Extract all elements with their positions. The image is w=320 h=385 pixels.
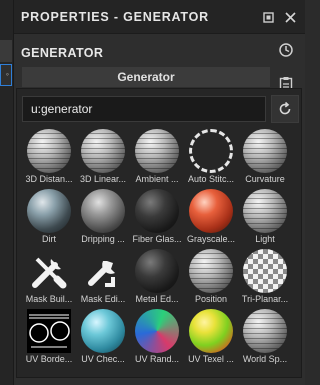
generator-tile[interactable]: Curvature (238, 129, 292, 191)
mask-editor-wrench-icon (81, 249, 125, 293)
properties-panel: PROPERTIES - GENERATOR GENERATOR Generat… (14, 0, 305, 385)
generator-thumbnail (135, 129, 179, 173)
generator-tile[interactable]: Position (184, 249, 238, 311)
generator-thumbnail (27, 189, 71, 233)
generator-tile[interactable]: UV Rand... (130, 309, 184, 371)
generator-tile-label: 3D Linear... (79, 174, 127, 184)
generator-thumbnail (243, 309, 287, 353)
generator-tile[interactable]: Mask Edi... (76, 249, 130, 311)
generator-tile-label: Ambient ... (135, 174, 179, 184)
generator-tile[interactable]: Light (238, 189, 292, 251)
generator-tile[interactable]: Fiber Glas... (130, 189, 184, 251)
generator-thumbnail (189, 189, 233, 233)
generator-tile[interactable]: Dripping ... (76, 189, 130, 251)
mask-builder-tools-icon (27, 249, 71, 293)
search-box[interactable] (22, 96, 266, 122)
generator-tile[interactable]: 3D Linear... (76, 129, 130, 191)
generator-tile-label: Mask Buil... (25, 294, 73, 304)
generator-thumbnail (243, 129, 287, 173)
panel-titlebar: PROPERTIES - GENERATOR (14, 0, 305, 34)
maximize-icon[interactable] (260, 9, 276, 25)
generator-tile[interactable]: World Sp... (238, 309, 292, 371)
generator-thumbnail (81, 309, 125, 353)
dock-block (0, 40, 12, 62)
generator-thumbnail (189, 129, 233, 173)
close-icon[interactable] (282, 9, 298, 25)
generator-tile[interactable]: UV Texel ... (184, 309, 238, 371)
generator-tile-label: Position (194, 294, 228, 304)
generator-thumbnail (243, 249, 287, 293)
generator-tile-label: Light (255, 234, 275, 244)
generator-tile[interactable]: Mask Buil... (22, 249, 76, 311)
history-icon[interactable] (276, 40, 296, 60)
generator-selector-button[interactable]: Generator (22, 67, 270, 87)
generator-thumbnail (135, 249, 179, 293)
left-dock-strip: ◦ (0, 0, 14, 385)
generator-tile-label: UV Texel ... (188, 354, 234, 364)
generator-thumbnail (243, 189, 287, 233)
generator-tile-label: UV Chec... (81, 354, 125, 364)
section-heading: GENERATOR (21, 46, 104, 60)
reset-icon (279, 101, 291, 115)
generator-tile-label: UV Borde... (25, 354, 73, 364)
generator-tile-label: Tri-Planar... (241, 294, 289, 304)
generator-thumbnail (189, 249, 233, 293)
generator-tile-label: Fiber Glas... (132, 234, 182, 244)
reset-button[interactable] (271, 95, 299, 123)
generator-tile-label: UV Rand... (134, 354, 180, 364)
generator-tile[interactable]: Ambient ... (130, 129, 184, 191)
generator-thumbnail (81, 189, 125, 233)
generator-tile-label: Auto Stitc... (187, 174, 235, 184)
generator-thumbnail (189, 309, 233, 353)
generator-tile-label: Dripping ... (81, 234, 125, 244)
generator-tile[interactable]: Tri-Planar... (238, 249, 292, 311)
generator-tile[interactable]: Metal Ed... (130, 249, 184, 311)
generator-thumbnail (135, 189, 179, 233)
generator-tile-label: Curvature (245, 174, 285, 184)
panel-title: PROPERTIES - GENERATOR (21, 9, 209, 24)
generator-picker-popup: 3D Distan... 3D Linear... Ambient ... Auto … (16, 88, 302, 378)
generator-thumbnail (135, 309, 179, 353)
generator-tile-label: Mask Edi... (80, 294, 126, 304)
search-input[interactable] (23, 97, 265, 121)
generator-tile[interactable]: 3D Distan... (22, 129, 76, 191)
generator-tile-label: 3D Distan... (25, 174, 73, 184)
generator-tile[interactable]: Dirt (22, 189, 76, 251)
generator-tile[interactable]: UV Chec... (76, 309, 130, 371)
generator-tile-label: Grayscale... (186, 234, 235, 244)
generator-tile[interactable]: UV Borde... (22, 309, 76, 371)
generator-thumbnail (27, 129, 71, 173)
generator-tile[interactable]: Auto Stitc... (184, 129, 238, 191)
dock-selected-field[interactable]: ◦ (0, 64, 12, 86)
generator-thumbnail (81, 129, 125, 173)
generator-tile-label: World Sp... (242, 354, 288, 364)
generator-tile-label: Dirt (42, 234, 56, 244)
generator-tile[interactable]: Grayscale... (184, 189, 238, 251)
generator-tile-label: Metal Ed... (135, 294, 179, 304)
uv-border-thumb (27, 309, 71, 353)
